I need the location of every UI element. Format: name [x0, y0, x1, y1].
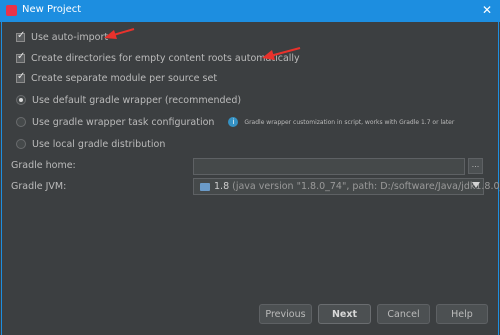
- arrow-create-dirs: [262, 47, 301, 60]
- annotation-arrows: [104, 28, 301, 60]
- arrow-auto-import: [104, 28, 135, 39]
